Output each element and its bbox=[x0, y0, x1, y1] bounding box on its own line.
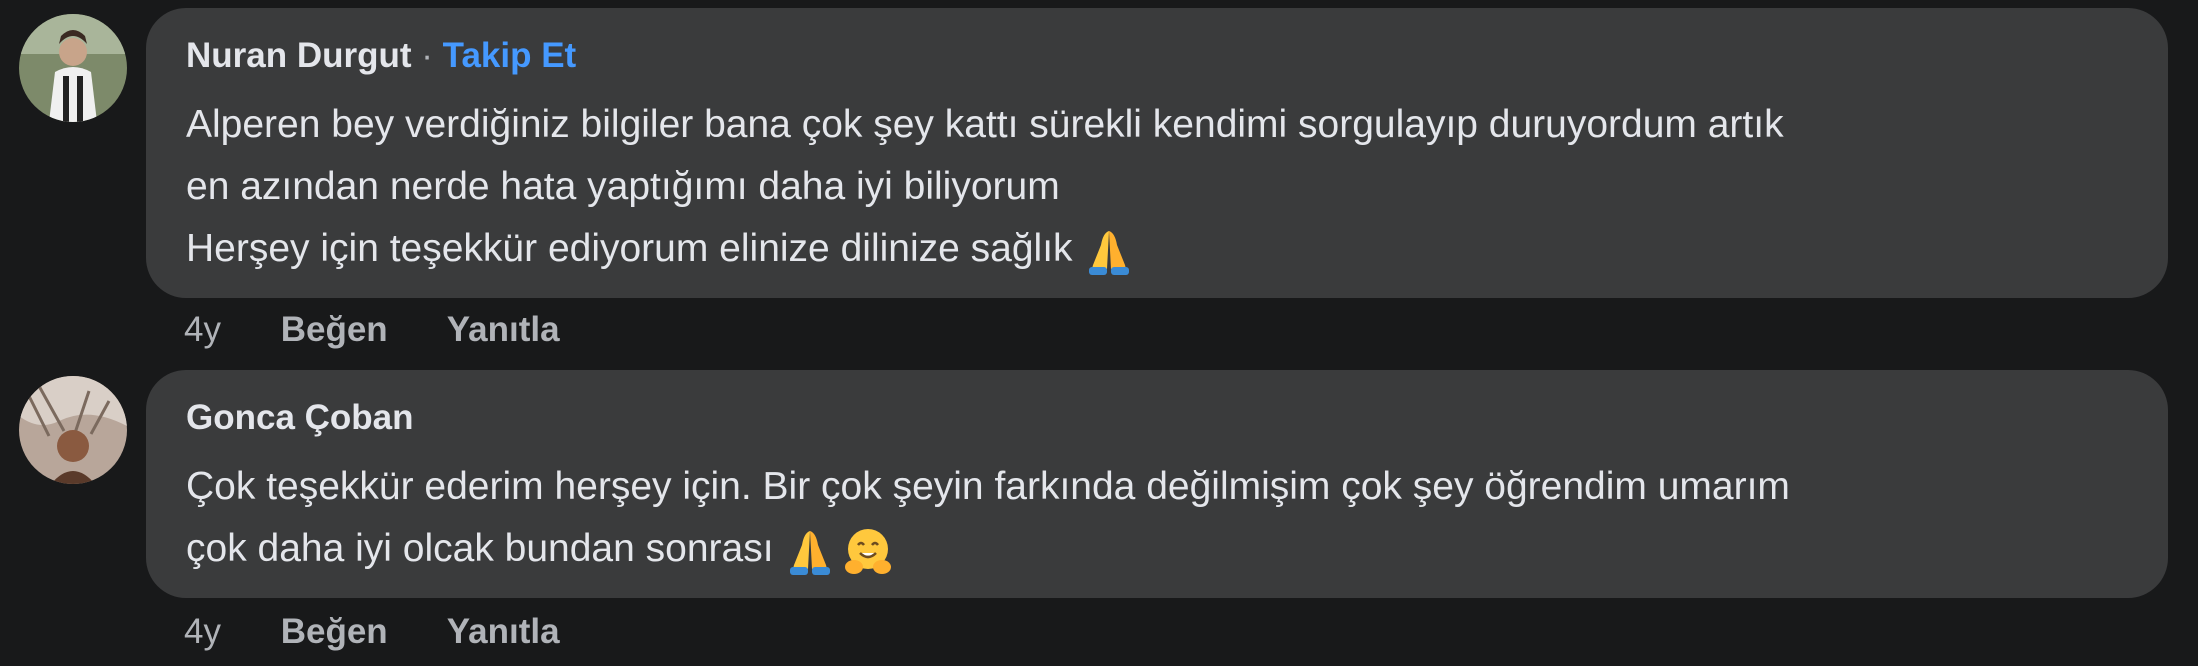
like-button[interactable]: Beğen bbox=[281, 612, 388, 651]
avatar[interactable] bbox=[19, 376, 127, 484]
folded-hands-icon bbox=[782, 523, 838, 579]
hugging-face-icon bbox=[840, 523, 896, 579]
comment-bubble: Nuran Durgut · Takip Et Alperen bey verd… bbox=[146, 8, 2168, 298]
follow-link[interactable]: Takip Et bbox=[443, 36, 577, 75]
folded-hands-icon bbox=[1081, 223, 1137, 279]
comment-text: Çok teşekkür ederim herşey için. Bir çok… bbox=[186, 456, 2166, 580]
comment-line-with-emoji: Herşey için teşekkür ediyorum elinize di… bbox=[186, 218, 2166, 280]
separator: · bbox=[421, 36, 433, 75]
comment-line: Çok teşekkür ederim herşey için. Bir çok… bbox=[186, 465, 1790, 508]
timestamp[interactable]: 4y bbox=[184, 612, 221, 651]
author-name[interactable]: Nuran Durgut bbox=[186, 36, 412, 75]
comment-line: çok daha iyi olcak bundan sonrası bbox=[186, 527, 774, 570]
reply-button[interactable]: Yanıtla bbox=[447, 612, 560, 651]
like-button[interactable]: Beğen bbox=[281, 310, 388, 349]
comment-line: Alperen bey verdiğiniz bilgiler bana çok… bbox=[186, 103, 1784, 146]
comment-bubble: Gonca Çoban Çok teşekkür ederim herşey i… bbox=[146, 370, 2168, 598]
comment-header: Gonca Çoban bbox=[186, 396, 414, 440]
comment-line: Herşey için teşekkür ediyorum elinize di… bbox=[186, 227, 1073, 270]
reply-button[interactable]: Yanıtla bbox=[447, 310, 560, 349]
comment-line: en azından nerde hata yaptığımı daha iyi… bbox=[186, 165, 1060, 208]
timestamp[interactable]: 4y bbox=[184, 310, 221, 349]
author-name[interactable]: Gonca Çoban bbox=[186, 398, 414, 437]
comment-header: Nuran Durgut · Takip Et bbox=[186, 34, 576, 78]
comment-actions: 4y Beğen Yanıtla bbox=[184, 308, 610, 352]
comment-line-with-emoji: çok daha iyi olcak bundan sonrası bbox=[186, 518, 2166, 580]
comment-text: Alperen bey verdiğiniz bilgiler bana çok… bbox=[186, 94, 2166, 280]
comment-actions: 4y Beğen Yanıtla bbox=[184, 610, 610, 654]
avatar[interactable] bbox=[19, 14, 127, 122]
